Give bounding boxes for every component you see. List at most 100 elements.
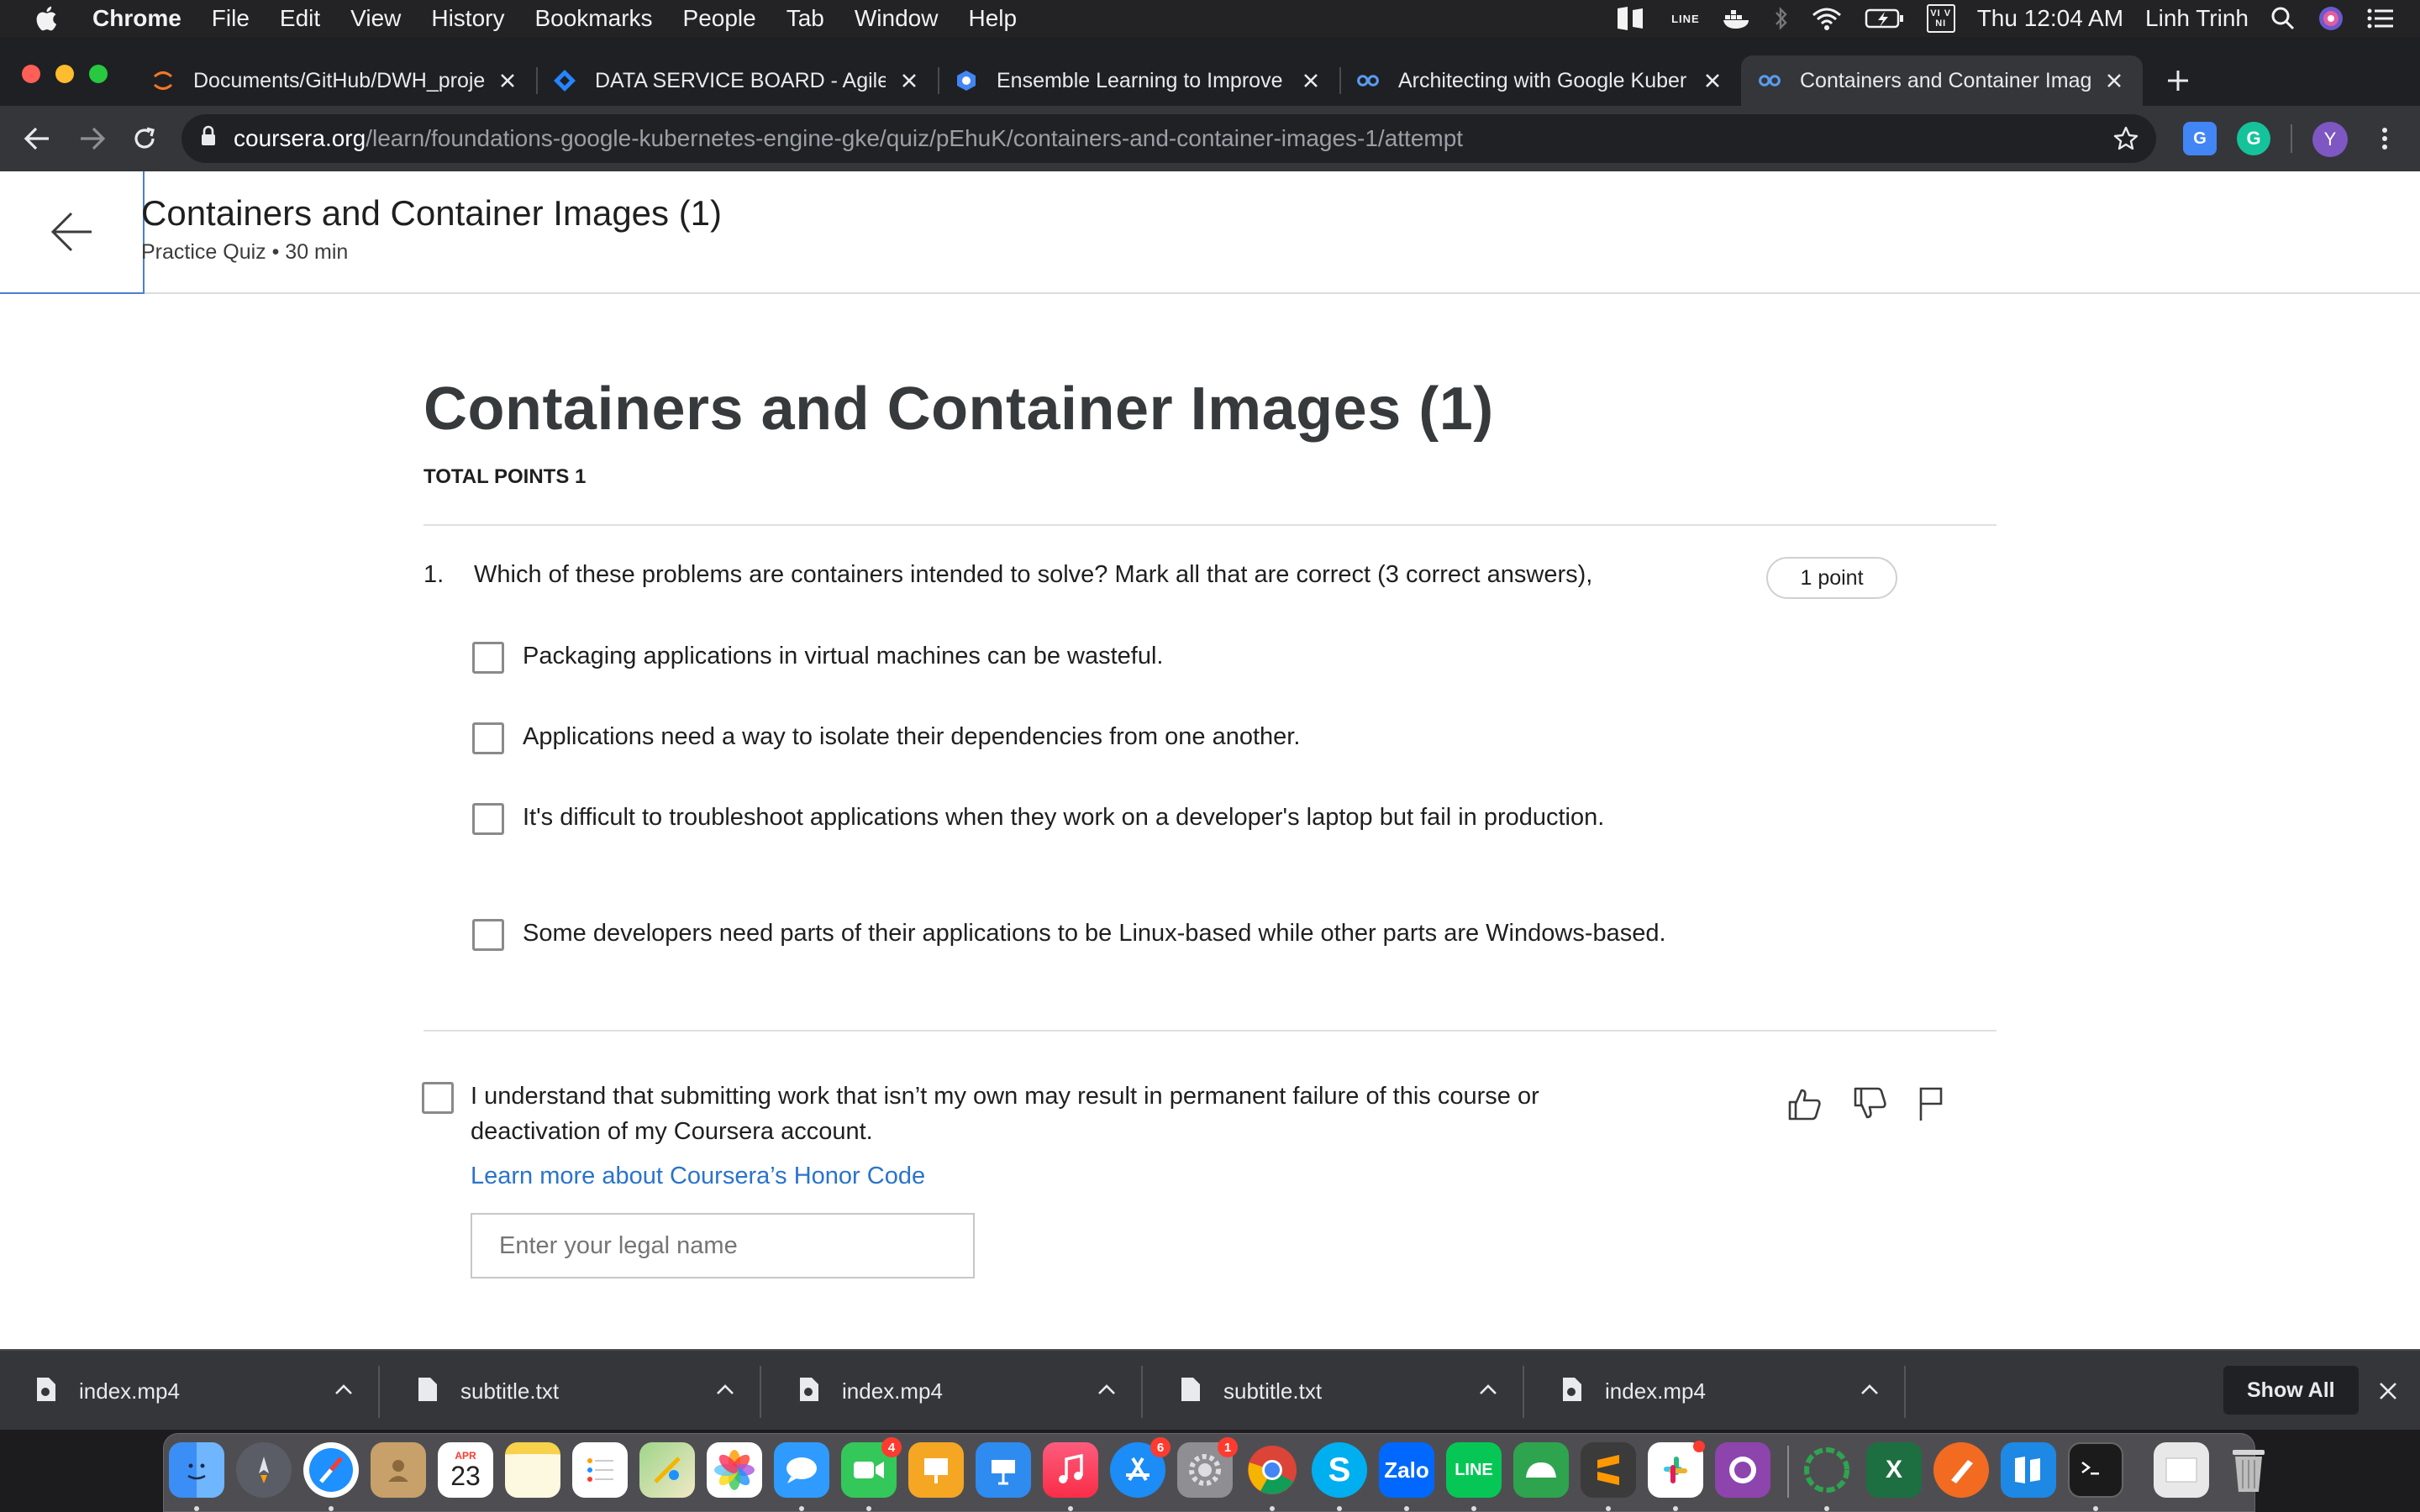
answer-option[interactable]: It's difficult to troubleshoot applicati… [472,803,1682,835]
menu-window[interactable]: Window [855,5,939,32]
close-downloads-icon[interactable] [2371,1374,2405,1408]
chrome-icon[interactable] [1244,1442,1300,1498]
honor-code-checkbox[interactable] [422,1082,454,1114]
app-icon[interactable] [2001,1442,2056,1498]
menu-view[interactable]: View [350,5,401,32]
sublime-text-icon[interactable] [1581,1442,1636,1498]
finder-icon[interactable] [169,1442,224,1498]
slack-icon[interactable] [1648,1441,1705,1498]
menu-bookmarks[interactable]: Bookmarks [534,5,652,32]
calendar-icon[interactable]: APR 23 [438,1442,493,1498]
thumbs-down-icon[interactable] [1850,1084,1891,1124]
activity-ring-icon[interactable] [1799,1442,1854,1498]
reminders-icon[interactable] [572,1442,628,1498]
bookmark-star-icon[interactable] [2112,125,2139,158]
user-name[interactable]: Linh Trinh [2145,5,2249,32]
reload-icon[interactable] [128,122,161,155]
trash-icon[interactable] [2221,1442,2276,1498]
profile-avatar[interactable]: Y [2312,122,2348,157]
maps-icon[interactable] [639,1442,695,1498]
tab-close-icon[interactable] [1299,69,1323,92]
tab-close-icon[interactable] [897,69,921,92]
new-tab-plus-icon[interactable] [2161,64,2195,97]
forward-arrow-icon[interactable] [76,122,109,155]
back-button[interactable] [0,171,145,294]
keynote-presentation-icon[interactable] [908,1442,964,1498]
menu-file[interactable]: File [212,5,250,32]
chevron-up-icon[interactable] [1479,1383,1497,1399]
chevron-up-icon[interactable] [716,1383,734,1399]
apple-menu-icon[interactable] [34,4,62,33]
answer-option-label[interactable]: It's difficult to troubleshoot applicati… [523,800,1682,835]
docker-icon[interactable] [1722,7,1752,30]
tab-ensemble-learning[interactable]: Ensemble Learning to Improve [938,55,1341,106]
download-item[interactable]: subtitle.txt [1144,1351,1524,1431]
cyberduck-icon[interactable] [1513,1442,1569,1498]
bluetooth-icon[interactable] [1774,6,1789,31]
messages-icon[interactable] [774,1442,829,1498]
answer-option[interactable]: Applications need a way to isolate their… [472,722,1682,754]
menu-people[interactable]: People [683,5,756,32]
spotlight-icon[interactable] [2270,6,2296,31]
app-icon[interactable] [1616,5,1649,32]
legal-name-input[interactable] [471,1213,975,1278]
safari-icon[interactable] [303,1442,359,1498]
lock-icon[interactable] [200,125,217,153]
window-minimize-button[interactable] [55,65,74,83]
terminal-icon[interactable] [2068,1442,2123,1498]
chevron-up-icon[interactable] [1097,1383,1116,1399]
system-preferences-icon[interactable]: 1 [1177,1437,1238,1498]
facetime-icon[interactable]: 4 [841,1437,902,1498]
contacts-icon[interactable] [371,1442,426,1498]
download-item[interactable]: index.mp4 [0,1351,380,1431]
battery-charging-icon[interactable] [1865,7,1905,30]
answer-option[interactable]: Packaging applications in virtual machin… [472,642,1682,674]
answer-option-label[interactable]: Some developers need parts of their appl… [523,916,1682,951]
thumbs-up-icon[interactable] [1785,1084,1825,1124]
answer-checkbox[interactable] [472,642,504,674]
menu-help[interactable]: Help [968,5,1017,32]
grammarly-icon[interactable]: G [2237,122,2270,155]
answer-option-label[interactable]: Applications need a way to isolate their… [523,719,1682,754]
photos-icon[interactable] [707,1442,762,1498]
download-item[interactable]: subtitle.txt [381,1351,761,1431]
music-icon[interactable] [1043,1442,1098,1498]
app-store-icon[interactable]: 6 [1110,1437,1171,1498]
clock[interactable]: Thu 12:04 AM [1977,5,2123,32]
input-source-icon[interactable]: VI VNI [1926,4,1955,33]
tab-close-icon[interactable] [1701,69,1724,92]
download-item[interactable]: index.mp4 [763,1351,1143,1431]
github-desktop-icon[interactable] [1715,1442,1770,1498]
tab-jupyter[interactable]: Documents/GitHub/DWH_proje [134,55,538,106]
tab-architecting-gke[interactable]: Architecting with Google Kuber [1339,55,1741,106]
address-bar[interactable]: coursera.org/learn/foundations-google-ku… [182,114,2156,163]
keynote-icon[interactable] [976,1442,1031,1498]
wifi-icon[interactable] [1811,6,1843,31]
answer-option[interactable]: Some developers need parts of their appl… [472,919,1682,951]
pencil-app-icon[interactable] [1933,1442,1989,1498]
tab-close-icon[interactable] [496,69,519,92]
answer-option-label[interactable]: Packaging applications in virtual machin… [523,638,1682,674]
chevron-up-icon[interactable] [1860,1383,1879,1399]
chevron-up-icon[interactable] [334,1383,353,1399]
tab-close-icon[interactable] [2102,69,2126,92]
zalo-icon[interactable]: Zalo [1379,1442,1434,1498]
window-close-button[interactable] [22,65,40,83]
menu-edit[interactable]: Edit [280,5,320,32]
show-all-downloads-button[interactable]: Show All [2223,1366,2359,1415]
google-translate-icon[interactable]: G [2183,122,2217,155]
menu-tab[interactable]: Tab [786,5,824,32]
answer-checkbox[interactable] [472,803,504,835]
answer-checkbox[interactable] [472,722,504,754]
answer-checkbox[interactable] [472,919,504,951]
notes-icon[interactable] [505,1442,560,1498]
line-icon[interactable]: LINE [1671,13,1700,25]
honor-code-text[interactable]: I understand that submitting work that i… [471,1079,1647,1149]
honor-code-agreement[interactable]: I understand that submitting work that i… [422,1082,1647,1149]
skype-icon[interactable]: S [1312,1442,1367,1498]
line-app-icon[interactable]: LINE [1446,1442,1502,1498]
window-zoom-button[interactable] [89,65,108,83]
download-item[interactable]: index.mp4 [1526,1351,1906,1431]
notification-center-icon[interactable] [2366,7,2395,30]
excel-icon[interactable]: X [1866,1442,1922,1498]
